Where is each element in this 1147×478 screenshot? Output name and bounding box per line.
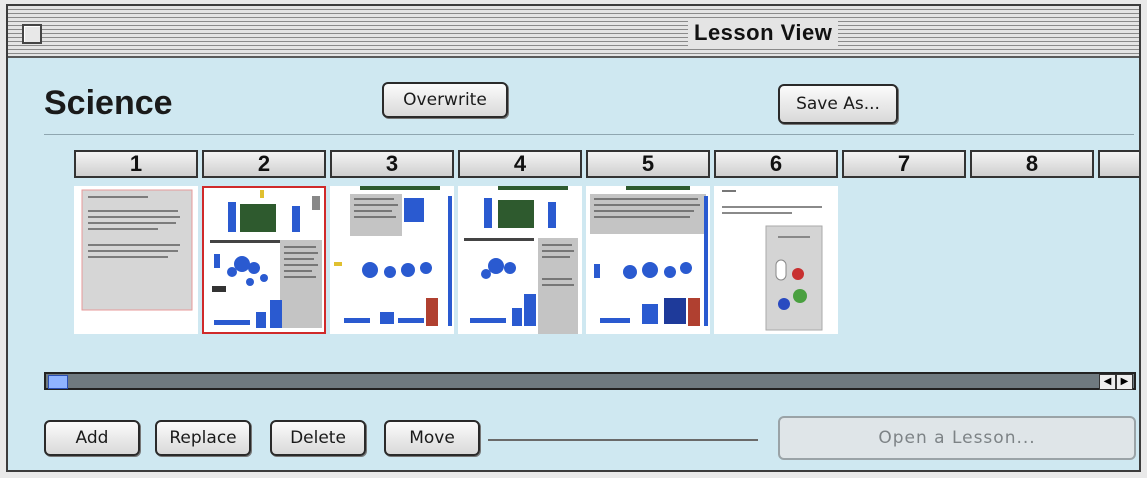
column-header-4[interactable]: 4 bbox=[458, 150, 582, 178]
column-header-3[interactable]: 3 bbox=[330, 150, 454, 178]
scroll-thumb[interactable] bbox=[48, 375, 68, 389]
content-area: Science Overwrite Save As... 1 2 3 4 5 6… bbox=[8, 58, 1139, 470]
replace-button[interactable]: Replace bbox=[155, 420, 251, 456]
open-lesson-button[interactable]: Open a Lesson... bbox=[778, 416, 1136, 460]
divider bbox=[44, 134, 1134, 135]
scroll-arrows: ◀ ▶ bbox=[1099, 374, 1133, 390]
slide-thumbnail-6[interactable] bbox=[714, 186, 838, 334]
slide-thumbnail-5[interactable] bbox=[586, 186, 710, 334]
column-header-2[interactable]: 2 bbox=[202, 150, 326, 178]
slide-column-headers: 1 2 3 4 5 6 7 8 bbox=[74, 150, 1139, 178]
move-button[interactable]: Move bbox=[384, 420, 480, 456]
slide-thumbnails bbox=[74, 186, 854, 336]
title-bar[interactable]: Lesson View bbox=[8, 6, 1139, 58]
column-header-7[interactable]: 7 bbox=[842, 150, 966, 178]
save-as-button[interactable]: Save As... bbox=[778, 84, 898, 124]
lesson-view-window: Lesson View Science Overwrite Save As...… bbox=[6, 4, 1141, 472]
column-header-5[interactable]: 5 bbox=[586, 150, 710, 178]
add-button[interactable]: Add bbox=[44, 420, 140, 456]
window-title: Lesson View bbox=[688, 20, 839, 46]
separator-line bbox=[488, 439, 758, 441]
slide-thumbnail-1[interactable] bbox=[74, 186, 198, 334]
delete-button[interactable]: Delete bbox=[270, 420, 366, 456]
horizontal-scrollbar[interactable]: ◀ ▶ bbox=[44, 372, 1136, 390]
overwrite-button[interactable]: Overwrite bbox=[382, 82, 508, 118]
column-header-1[interactable]: 1 bbox=[74, 150, 198, 178]
scroll-left-icon[interactable]: ◀ bbox=[1099, 374, 1116, 390]
slide-thumbnail-3[interactable] bbox=[330, 186, 454, 334]
slide-thumbnail-2[interactable] bbox=[202, 186, 326, 334]
column-header-6[interactable]: 6 bbox=[714, 150, 838, 178]
scroll-right-icon[interactable]: ▶ bbox=[1116, 374, 1133, 390]
subject-title: Science bbox=[44, 84, 173, 122]
column-header-partial[interactable] bbox=[1098, 150, 1139, 178]
slide-thumbnail-4[interactable] bbox=[458, 186, 582, 334]
close-box-icon[interactable] bbox=[22, 24, 42, 44]
column-header-8[interactable]: 8 bbox=[970, 150, 1094, 178]
